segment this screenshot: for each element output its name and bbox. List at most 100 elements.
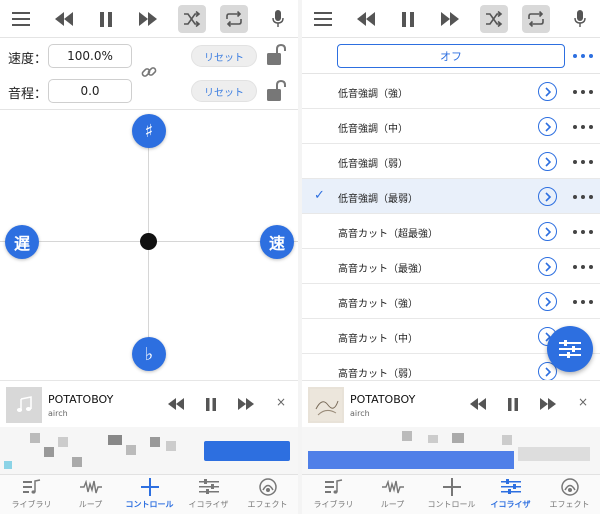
- chevron-right-icon[interactable]: [538, 152, 557, 171]
- pitch-lock-icon[interactable]: [265, 79, 287, 103]
- waveform-icon: [381, 475, 404, 499]
- pause-icon[interactable]: [92, 5, 120, 33]
- ad-banner[interactable]: [0, 427, 298, 474]
- preset-row[interactable]: 高音カット（強）: [302, 284, 600, 319]
- more-icon[interactable]: [573, 264, 593, 270]
- tab-label: コントロール: [125, 500, 174, 509]
- equalizer-screen: オフ 低音強調（強） 低音強調（中） 低音強調（弱） ✓ 低音強調（最弱） 高音…: [302, 0, 600, 514]
- more-icon[interactable]: [573, 194, 593, 200]
- chevron-right-icon[interactable]: [538, 257, 557, 276]
- preset-label: 高音カット（超最強）: [338, 229, 438, 240]
- rewind-icon[interactable]: [352, 5, 380, 33]
- tab-label: コントロール: [427, 500, 476, 509]
- preset-label: 低音強調（強）: [338, 89, 408, 100]
- shuffle-icon[interactable]: [480, 5, 508, 33]
- pad-handle[interactable]: [140, 233, 157, 250]
- music-note-icon: [6, 387, 42, 423]
- equalizer-settings-button[interactable]: [547, 326, 593, 372]
- pitch-field[interactable]: 0.0: [48, 79, 132, 103]
- fast-forward-icon[interactable]: [436, 5, 464, 33]
- pause-icon[interactable]: [503, 395, 523, 413]
- control-screen: 速度： 100.0% リセット 音程： 0.0 リセット ♯ 遅 速 ♭ POT…: [0, 0, 298, 514]
- playback-toolbar: [0, 0, 298, 38]
- tab-library[interactable]: ライブラリ: [2, 475, 61, 514]
- more-icon[interactable]: [573, 124, 593, 130]
- track-artist: airch: [48, 409, 68, 418]
- pause-icon[interactable]: [201, 395, 221, 413]
- more-icon[interactable]: [573, 299, 593, 305]
- pitch-reset-button[interactable]: リセット: [191, 80, 257, 102]
- preset-row[interactable]: 高音カット（最強）: [302, 249, 600, 284]
- chevron-right-icon[interactable]: [538, 187, 557, 206]
- preset-row[interactable]: 低音強調（強）: [302, 74, 600, 109]
- tab-library[interactable]: ライブラリ: [304, 475, 363, 514]
- rewind-icon[interactable]: [50, 5, 78, 33]
- pitch-label: 音程：: [8, 87, 48, 102]
- now-playing-bar[interactable]: POTATOBOY airch ×: [0, 380, 298, 426]
- tab-effect[interactable]: エフェクト: [540, 475, 599, 514]
- slower-button[interactable]: 遅: [5, 225, 39, 259]
- album-art: [308, 387, 344, 423]
- fast-forward-icon[interactable]: [134, 5, 162, 33]
- ad-banner[interactable]: [302, 427, 600, 474]
- tab-loop[interactable]: ループ: [363, 475, 422, 514]
- tab-equalizer[interactable]: イコライザ: [179, 475, 238, 514]
- link-icon[interactable]: [141, 64, 157, 80]
- menu-icon[interactable]: [309, 5, 337, 33]
- more-icon[interactable]: [573, 229, 593, 235]
- speed-field[interactable]: 100.0%: [48, 44, 132, 68]
- repeat-icon[interactable]: [522, 5, 550, 33]
- more-icon[interactable]: [573, 53, 593, 59]
- faster-button[interactable]: 速: [260, 225, 294, 259]
- repeat-icon[interactable]: [220, 5, 248, 33]
- flat-button[interactable]: ♭: [132, 337, 166, 371]
- preset-label: 低音強調（最弱）: [338, 194, 418, 205]
- equalizer-off-button[interactable]: オフ: [337, 44, 565, 68]
- equalizer-icon: [500, 475, 521, 499]
- track-title: POTATOBOY: [350, 393, 416, 406]
- rewind-icon[interactable]: [166, 395, 186, 413]
- menu-icon[interactable]: [7, 5, 35, 33]
- playback-toolbar: [302, 0, 600, 38]
- sliders-icon: [559, 340, 581, 358]
- close-icon[interactable]: ×: [276, 395, 286, 409]
- sharp-button[interactable]: ♯: [132, 114, 166, 148]
- library-icon: [324, 475, 343, 499]
- tab-label: エフェクト: [549, 500, 590, 509]
- tab-control[interactable]: コントロール: [422, 475, 481, 514]
- more-icon[interactable]: [573, 89, 593, 95]
- speed-reset-button[interactable]: リセット: [191, 45, 257, 67]
- tab-label: ライブラリ: [313, 500, 354, 509]
- chevron-right-icon[interactable]: [538, 117, 557, 136]
- crosshair-icon: [140, 475, 159, 499]
- tab-equalizer[interactable]: イコライザ: [481, 475, 540, 514]
- rewind-icon[interactable]: [468, 395, 488, 413]
- close-icon[interactable]: ×: [578, 395, 588, 409]
- preset-row[interactable]: ✓ 低音強調（最弱）: [302, 179, 600, 214]
- track-artist: airch: [350, 409, 370, 418]
- microphone-icon[interactable]: [566, 5, 594, 33]
- now-playing-bar[interactable]: POTATOBOY airch ×: [302, 380, 600, 426]
- effect-icon: [560, 475, 579, 499]
- tab-label: ループ: [78, 500, 103, 509]
- tab-control[interactable]: コントロール: [120, 475, 179, 514]
- tab-effect[interactable]: エフェクト: [238, 475, 297, 514]
- checkmark-icon: ✓: [314, 188, 325, 203]
- fast-forward-icon[interactable]: [538, 395, 558, 413]
- preset-row[interactable]: 低音強調（中）: [302, 109, 600, 144]
- preset-row[interactable]: 低音強調（弱）: [302, 144, 600, 179]
- shuffle-icon[interactable]: [178, 5, 206, 33]
- tab-loop[interactable]: ループ: [61, 475, 120, 514]
- preset-label: 高音カット（弱）: [338, 369, 418, 380]
- chevron-right-icon[interactable]: [538, 82, 557, 101]
- fast-forward-icon[interactable]: [236, 395, 256, 413]
- crosshair-icon: [442, 475, 461, 499]
- speed-lock-icon[interactable]: [265, 43, 287, 67]
- chevron-right-icon[interactable]: [538, 292, 557, 311]
- pause-icon[interactable]: [394, 5, 422, 33]
- microphone-icon[interactable]: [264, 5, 292, 33]
- preset-row[interactable]: 高音カット（超最強）: [302, 214, 600, 249]
- chevron-right-icon[interactable]: [538, 222, 557, 241]
- divider: [0, 109, 298, 110]
- more-icon[interactable]: [573, 159, 593, 165]
